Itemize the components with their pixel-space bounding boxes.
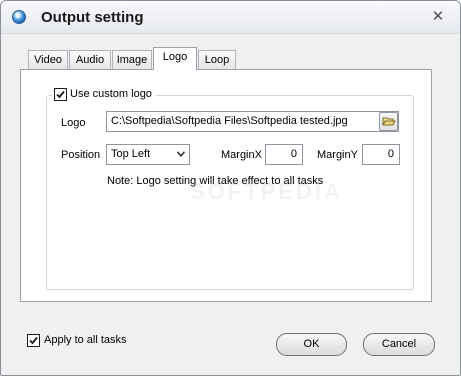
apply-all-label: Apply to all tasks (44, 334, 127, 346)
use-custom-logo-checkbox[interactable] (54, 88, 67, 101)
window-title: Output setting (41, 9, 144, 26)
checkmark-icon (56, 90, 65, 99)
chevron-down-icon (177, 151, 185, 157)
use-custom-logo-label: Use custom logo (70, 88, 152, 100)
browse-button[interactable] (379, 112, 398, 131)
margin-x-label: MarginX (221, 149, 262, 161)
tab-loop[interactable]: Loop (198, 50, 236, 70)
tab-image[interactable]: Image (112, 50, 152, 70)
softpedia-watermark: SOFTPEDIA (190, 179, 343, 204)
margin-y-label: MarginY (317, 149, 358, 161)
position-value: Top Left (111, 148, 151, 160)
tab-audio[interactable]: Audio (69, 50, 111, 70)
logo-label: Logo (61, 117, 86, 129)
apply-all-checkbox[interactable] (27, 334, 40, 347)
tab-logo[interactable]: Logo (153, 47, 197, 70)
cancel-button[interactable]: Cancel (363, 333, 435, 356)
margin-x-field[interactable]: 0 (265, 144, 303, 165)
title-bar[interactable]: Output setting ✕ (1, 1, 460, 34)
checkmark-icon (29, 336, 38, 345)
app-icon (12, 10, 26, 24)
tab-video[interactable]: Video (28, 50, 68, 70)
position-label: Position (61, 149, 101, 161)
position-select[interactable]: Top Left (106, 144, 190, 165)
margin-y-field[interactable]: 0 (362, 144, 400, 165)
ok-button[interactable]: OK (276, 333, 347, 356)
logo-path-field[interactable]: C:\Softpedia\Softpedia Files\Softpedia t… (106, 111, 399, 132)
close-icon[interactable]: ✕ (430, 9, 446, 25)
folder-open-icon (382, 117, 396, 126)
